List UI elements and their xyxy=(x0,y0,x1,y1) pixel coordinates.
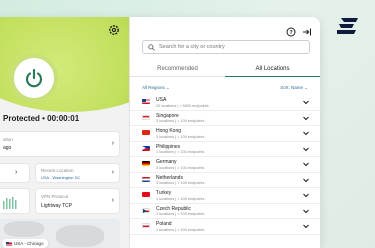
location-details: 1 locations | > 100 endpoints xyxy=(156,212,205,216)
location-name: Czech Republic xyxy=(156,205,192,212)
chevron-down-icon[interactable] xyxy=(302,176,310,184)
location-name: USA xyxy=(156,97,167,103)
sort-filter[interactable]: Sort: Name ⌄ xyxy=(280,85,308,91)
location-name: Turkey xyxy=(156,190,172,196)
help-icon[interactable]: ? xyxy=(286,24,296,37)
recent-location-value: USA - Washington DC xyxy=(41,175,81,180)
location-details: 3 locations | > 100 endpoints xyxy=(156,181,205,185)
region-filter-label: All Regions xyxy=(142,85,165,90)
map-landmass xyxy=(56,225,104,247)
vpn-protocol-label: VPN Protocol xyxy=(41,194,69,199)
connect-button[interactable] xyxy=(10,54,58,102)
usa-flag-icon xyxy=(142,99,150,104)
connection-status: Protected • 00:00:01 xyxy=(3,114,80,123)
speed-bars-icon xyxy=(3,197,17,209)
location-row-netherlands[interactable]: Netherlands 3 locations | > 100 endpoint… xyxy=(130,173,320,188)
search-icon xyxy=(148,43,155,51)
tab-all-locations[interactable]: All Locations xyxy=(225,63,320,77)
sort-filter-label: Sort: Name xyxy=(280,85,303,90)
location-row-philippines[interactable]: Philippines 1 locations | > 100 endpoint… xyxy=(130,142,320,157)
location-name: Poland xyxy=(156,221,172,227)
chevron-down-icon[interactable] xyxy=(302,160,310,168)
map-location-pin[interactable]: USA - Chicago xyxy=(2,239,48,248)
search-bar[interactable] xyxy=(142,40,310,54)
czech-republic-flag-icon xyxy=(142,207,150,213)
search-input[interactable] xyxy=(159,44,299,50)
shortcut-card[interactable]: › xyxy=(0,163,30,183)
location-details: 3 locations | > 100 endpoints xyxy=(156,119,205,123)
recent-location-card[interactable]: Recent Location USA - Washington DC › xyxy=(35,163,120,183)
location-details: 1 locations | > 100 endpoints xyxy=(156,196,205,201)
chevron-right-icon: › xyxy=(111,169,114,176)
location-tabs: Recommended All Locations xyxy=(130,63,320,77)
location-name: Netherlands xyxy=(156,174,183,181)
current-location-card[interactable]: ation ago › xyxy=(0,131,120,157)
location-row-usa[interactable]: USA 20 locations | > 5000 endpoints xyxy=(130,95,320,111)
usa-flag-icon xyxy=(6,242,12,246)
recent-location-label: Recent Location xyxy=(41,168,74,173)
location-row-singapore[interactable]: Singapore 3 locations | > 100 endpoints xyxy=(130,111,320,126)
top-toolbar: ? xyxy=(286,24,312,37)
speed-chart-card xyxy=(0,188,30,214)
location-details: 3 locations | > 100 endpoints xyxy=(156,134,205,139)
location-name: Hong Kong xyxy=(156,128,182,134)
current-location-value: ago xyxy=(3,145,12,151)
chevron-down-icon[interactable] xyxy=(302,114,310,122)
settings-icon[interactable] xyxy=(107,23,121,37)
location-name: Philippines xyxy=(156,143,181,150)
chevron-down-icon: ⌄ xyxy=(304,85,308,90)
location-row-poland[interactable]: Poland 1 locations | > 100 endpoints xyxy=(130,219,320,235)
germany-flag-icon xyxy=(142,161,150,166)
location-details: 3 locations | > 100 endpoints xyxy=(156,165,205,170)
power-icon xyxy=(25,68,43,88)
chevron-down-icon[interactable] xyxy=(302,207,310,215)
chevron-down-icon[interactable] xyxy=(302,191,310,199)
chevron-down-icon[interactable] xyxy=(302,129,310,137)
turkey-flag-icon xyxy=(142,192,150,197)
location-details: 20 locations | > 5000 endpoints xyxy=(156,103,209,108)
current-location-label: ation xyxy=(3,137,13,142)
collapse-panel-icon[interactable] xyxy=(302,24,312,36)
location-map[interactable]: USA - Chicago xyxy=(0,219,120,248)
chevron-right-icon: › xyxy=(15,169,18,176)
hong-kong-flag-icon xyxy=(142,130,150,135)
location-row-czech-republic[interactable]: Czech Republic 1 locations | > 100 endpo… xyxy=(130,204,320,219)
map-landmass xyxy=(4,221,44,237)
location-name: Germany xyxy=(156,159,177,165)
location-details: 1 locations | > 100 endpoints xyxy=(156,227,205,232)
location-details: 1 locations | > 100 endpoints xyxy=(156,150,205,154)
app-window: Protected • 00:00:01 ation ago › › Recen… xyxy=(0,17,320,248)
location-row-germany[interactable]: Germany 3 locations | > 100 endpoints xyxy=(130,157,320,173)
connection-panel: Protected • 00:00:01 ation ago › › Recen… xyxy=(0,17,130,248)
location-name: Singapore xyxy=(156,112,179,119)
poland-flag-icon xyxy=(142,223,150,228)
chevron-down-icon[interactable] xyxy=(302,222,310,230)
location-list: USA 20 locations | > 5000 endpoints Sing… xyxy=(130,95,320,235)
locations-panel: ? Recommended All Locations A xyxy=(130,17,320,248)
location-row-turkey[interactable]: Turkey 1 locations | > 100 endpoints xyxy=(130,188,320,204)
chevron-right-icon: › xyxy=(111,140,114,147)
vpn-protocol-card[interactable]: VPN Protocol Lightway TCP › xyxy=(35,188,120,214)
chevron-down-icon[interactable] xyxy=(302,98,310,106)
location-row-hong-kong[interactable]: Hong Kong 3 locations | > 100 endpoints xyxy=(130,126,320,142)
singapore-flag-icon xyxy=(142,114,150,120)
expressvpn-logo-icon xyxy=(337,17,359,35)
vpn-protocol-value: Lightway TCP xyxy=(41,203,73,209)
netherlands-flag-icon xyxy=(142,176,150,182)
chevron-down-icon: ⌄ xyxy=(166,85,170,90)
region-filter[interactable]: All Regions ⌄ xyxy=(142,85,170,91)
philippines-flag-icon xyxy=(142,145,150,151)
chevron-down-icon[interactable] xyxy=(302,145,310,153)
map-pin-label: USA - Chicago xyxy=(14,241,44,246)
tab-recommended[interactable]: Recommended xyxy=(130,63,225,77)
chevron-right-icon: › xyxy=(111,197,114,204)
